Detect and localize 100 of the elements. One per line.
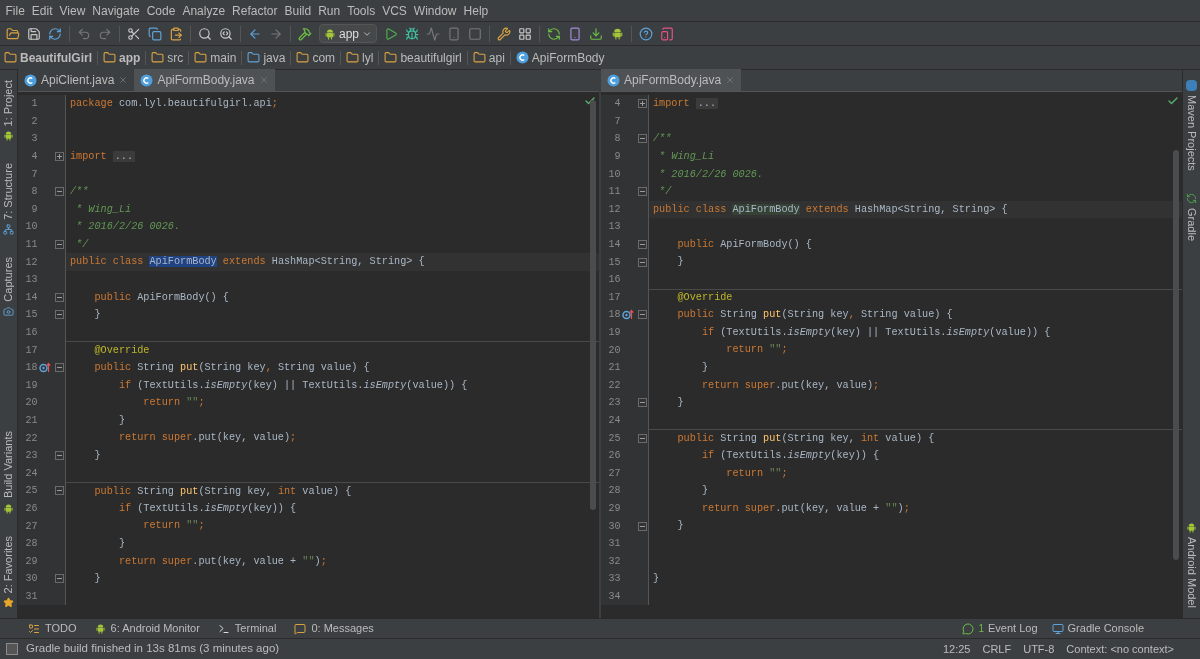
tool-window-button[interactable]: 2: Favorites [0, 529, 17, 614]
editor-tab[interactable]: ApiFormBody.java [134, 69, 275, 91]
menu-item[interactable]: Run [314, 1, 344, 20]
menu-item[interactable]: Edit [28, 1, 57, 20]
code-line: } [117, 537, 126, 551]
line-number: 15 [607, 255, 621, 270]
line-number: 24 [607, 414, 621, 428]
line-number: 29 [607, 501, 621, 516]
tool-window-button[interactable]: Captures [0, 251, 17, 323]
menu-item[interactable]: Help [460, 1, 492, 20]
breadcrumb-item[interactable]: app [103, 48, 141, 67]
android-icon [3, 130, 14, 142]
tool-window-button[interactable]: Gradle Console [1051, 620, 1144, 637]
tool-window-button[interactable]: Gradle [1183, 186, 1200, 247]
collapse-fold-icon[interactable] [637, 398, 647, 408]
breadcrumb-item[interactable]: com [296, 48, 336, 67]
status-item[interactable]: Context: <no context> [1066, 640, 1174, 658]
menu-item[interactable]: Refactor [228, 1, 281, 20]
code-line: * Wing_Li [658, 149, 715, 164]
tool-window-button[interactable]: 6: Android Monitor [94, 620, 200, 637]
line-number: 20 [24, 396, 38, 411]
line-number: 16 [24, 326, 38, 340]
tool-window-button[interactable]: Terminal [217, 620, 277, 637]
collapse-fold-icon[interactable] [637, 433, 647, 443]
tool-window-button[interactable]: 1: Project [0, 74, 17, 148]
menu-item[interactable]: VCS [378, 1, 411, 20]
expand-fold-icon[interactable] [54, 152, 64, 162]
breadcrumb-item[interactable]: BeautifulGirl [4, 48, 92, 67]
tool-window-button[interactable]: Android Model [1183, 516, 1200, 614]
code-line: } [93, 572, 101, 587]
collapse-fold-icon[interactable] [54, 574, 64, 584]
menu-item[interactable]: Navigate [88, 1, 144, 20]
scrollbar-thumb[interactable] [590, 100, 596, 510]
inspection-ok-icon [1167, 95, 1179, 107]
breadcrumb-item[interactable]: java [247, 48, 286, 67]
status-item[interactable]: 12:25 [942, 640, 971, 658]
menu-item[interactable]: Build [280, 1, 315, 20]
tool-window-button[interactable]: 0: Messages [294, 620, 374, 637]
tool-window-button[interactable]: 7: Structure [0, 157, 17, 242]
menu-item[interactable]: Code [143, 1, 179, 20]
collapse-fold-icon[interactable] [54, 240, 64, 250]
class-icon [607, 73, 620, 87]
event-log-icon [962, 622, 975, 635]
tool-window-button[interactable]: TODO [28, 620, 77, 637]
override-marker-icon[interactable] [39, 362, 52, 374]
collapse-fold-icon[interactable] [637, 240, 647, 250]
status-item[interactable]: UTF-8 [1023, 640, 1055, 658]
menu-item[interactable]: Analyze [178, 1, 229, 20]
collapse-fold-icon[interactable] [54, 486, 64, 496]
tool-windows-toggle-icon[interactable] [6, 643, 18, 655]
collapse-fold-icon[interactable] [54, 310, 64, 320]
tool-window-button[interactable]: Build Variants [0, 425, 17, 520]
collapse-fold-icon[interactable] [637, 187, 647, 197]
collapse-fold-icon[interactable] [54, 363, 64, 373]
line-number: 29 [24, 554, 38, 569]
code-editor[interactable] [18, 92, 599, 618]
code-line: return super.put(key, value); [700, 378, 880, 393]
override-marker-icon[interactable] [622, 309, 635, 321]
line-number: 20 [607, 343, 621, 358]
status-message: Gradle build finished in 13s 81ms (3 minutes ago) [26, 641, 280, 657]
breadcrumb-item[interactable]: src [151, 48, 184, 67]
code-line: if (TextUtils.isEmpty(key) || TextUtils.isEmpty(value)) { [117, 378, 468, 393]
code-line: * Wing_Li [75, 202, 132, 217]
collapse-fold-icon[interactable] [54, 187, 64, 197]
collapse-fold-icon[interactable] [637, 257, 647, 267]
menu-item[interactable]: File [2, 1, 29, 20]
breadcrumb-item[interactable]: ApiFormBody [515, 48, 605, 67]
menu-item[interactable]: Window [410, 1, 461, 20]
code-line: } [676, 519, 684, 534]
event-count: 1 [978, 622, 984, 636]
scrollbar-thumb[interactable] [1173, 150, 1179, 560]
breadcrumb-item[interactable]: beautifulgirl [384, 48, 462, 67]
menu-item[interactable]: View [56, 1, 89, 20]
terminal-icon [217, 622, 230, 635]
tool-window-button[interactable]: Maven Projects [1183, 74, 1200, 177]
code-line: public String put(String key, String value) { [93, 361, 370, 376]
breadcrumb-item[interactable]: main [194, 48, 237, 67]
line-number: 3 [30, 132, 38, 147]
code-line: if (TextUtils.isEmpty(key)) { [700, 449, 880, 463]
breadcrumb-item[interactable]: lyl [346, 48, 374, 67]
expand-fold-icon[interactable] [637, 99, 647, 109]
android-icon [1186, 522, 1197, 534]
collapse-fold-icon[interactable] [637, 521, 647, 531]
breadcrumb-item[interactable]: api [472, 48, 505, 67]
collapse-fold-icon[interactable] [54, 292, 64, 302]
collapse-fold-icon[interactable] [54, 451, 64, 461]
status-item[interactable]: CRLF [982, 640, 1012, 658]
line-number: 9 [613, 150, 621, 165]
collapse-fold-icon[interactable] [637, 134, 647, 144]
line-number: 7 [30, 167, 38, 182]
line-number: 9 [30, 202, 38, 217]
run-configuration-dropdown[interactable]: app [319, 24, 378, 43]
code-line: public ApiFormBody() { [93, 290, 229, 305]
editor-tab[interactable]: ApiFormBody.java [601, 69, 742, 91]
tool-window-button[interactable]: 1 Event Log [962, 620, 1038, 637]
collapse-fold-icon[interactable] [637, 310, 647, 320]
code-line: /** [70, 185, 89, 200]
line-number: 15 [24, 308, 38, 323]
menu-item[interactable]: Tools [343, 1, 379, 20]
line-number: 11 [607, 185, 621, 200]
